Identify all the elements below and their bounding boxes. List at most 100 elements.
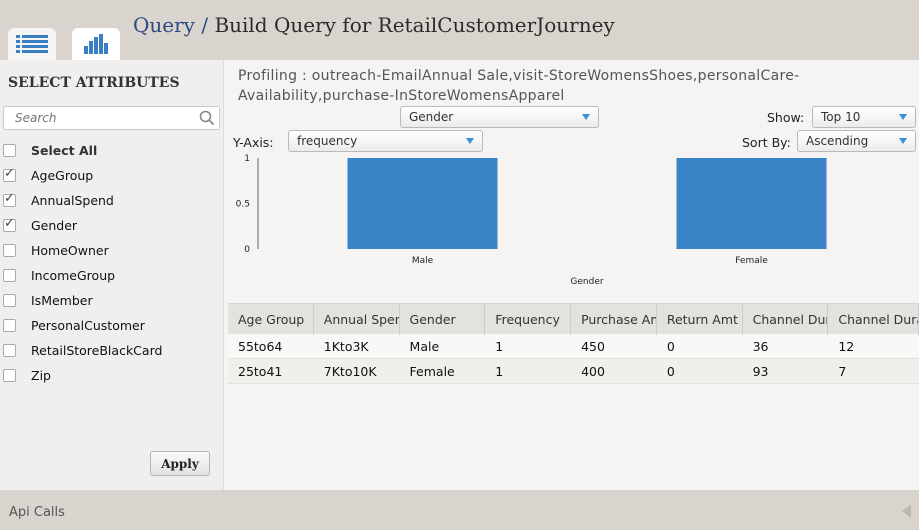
attributes-sidebar: SELECT ATTRIBUTES Select All AgeGroup Ann… xyxy=(0,60,224,490)
checkbox[interactable] xyxy=(3,268,16,282)
sort-by-select[interactable]: Ascending xyxy=(797,130,916,152)
attribute-label: PersonalCustomer xyxy=(31,317,145,333)
attribute-item[interactable]: PersonalCustomer xyxy=(3,315,213,335)
table-cell: Male xyxy=(409,339,440,354)
show-select-value: Top 10 xyxy=(821,110,861,124)
table-row[interactable]: 25to41 7Kto10K Female 1 400 0 93 7 xyxy=(228,359,919,384)
attribute-label: HomeOwner xyxy=(31,242,109,258)
table-cell: 400 xyxy=(581,364,605,379)
table-cell: 93 xyxy=(752,364,769,379)
tab-list-view[interactable] xyxy=(8,28,56,60)
apply-button[interactable]: Apply xyxy=(150,451,210,476)
search-box xyxy=(3,106,220,130)
table-cell: 7Kto10K xyxy=(323,364,377,379)
app-header: Query / Build Query for RetailCustomerJo… xyxy=(0,0,919,60)
table-cell: 0 xyxy=(666,339,675,354)
attribute-label: Zip xyxy=(31,367,51,383)
table-cell: 25to41 xyxy=(238,364,283,379)
column-header[interactable]: Age Group xyxy=(228,304,314,335)
checkbox[interactable] xyxy=(3,318,16,332)
attribute-label: AnnualSpend xyxy=(31,192,114,208)
column-header[interactable]: Purchase Amt xyxy=(571,304,657,335)
y-axis-select[interactable]: frequency xyxy=(288,130,483,152)
column-header[interactable]: Annual Spend xyxy=(314,304,400,335)
breadcrumb-current: Build Query for RetailCustomerJourney xyxy=(214,13,615,37)
breadcrumb-separator: / xyxy=(194,13,215,37)
column-header[interactable]: Gender xyxy=(400,304,486,335)
table-cell: 1 xyxy=(495,339,504,354)
attribute-item[interactable]: Gender xyxy=(3,215,213,235)
y-axis-select-value: frequency xyxy=(297,134,358,148)
select-all-checkbox[interactable]: Select All xyxy=(3,140,213,160)
attribute-item[interactable]: AnnualSpend xyxy=(3,190,213,210)
column-header[interactable]: Channel Duration xyxy=(828,304,919,335)
column-header[interactable]: Frequency xyxy=(485,304,572,335)
table-cell: 55to64 xyxy=(238,339,283,354)
show-label: Show: xyxy=(767,110,805,125)
api-calls-label[interactable]: Api Calls xyxy=(9,505,65,520)
y-tick-label: 0.5 xyxy=(236,200,250,210)
table-cell: 450 xyxy=(581,339,605,354)
table-body: 55to64 1Kto3K Male 1 450 0 36 12 25to41 7Kto10K Fe… xyxy=(228,334,919,384)
attribute-item[interactable]: AgeGroup xyxy=(3,165,213,185)
bar xyxy=(347,158,498,249)
table-cell: 7 xyxy=(838,364,847,379)
chevron-down-icon xyxy=(899,138,907,144)
attribute-item[interactable]: IsMember xyxy=(3,290,213,310)
attribute-label: RetailStoreBlackCard xyxy=(31,342,163,358)
table-row[interactable]: 55to64 1Kto3K Male 1 450 0 36 12 xyxy=(228,334,919,359)
results-table: Age GroupAnnual SpendGenderFrequencyPurc… xyxy=(228,303,919,384)
api-calls-bar: Api Calls xyxy=(0,490,919,530)
attribute-item[interactable]: IncomeGroup xyxy=(3,265,213,285)
column-header[interactable]: Channel Duration xyxy=(743,304,829,335)
table-cell: Female xyxy=(409,364,455,379)
main-panel: Profiling : outreach-EmailAnnual Sale,vi… xyxy=(224,60,919,490)
checkbox[interactable] xyxy=(3,166,16,182)
chevron-down-icon xyxy=(466,138,474,144)
attribute-item[interactable]: RetailStoreBlackCard xyxy=(3,340,213,360)
column-header[interactable]: Return Amt xyxy=(657,304,743,335)
sidebar-title: SELECT ATTRIBUTES xyxy=(8,75,180,91)
y-axis-label: Y-Axis: xyxy=(233,135,274,150)
x-tick-label: Male xyxy=(412,256,434,266)
table-cell: 1Kto3K xyxy=(323,339,369,354)
attribute-item[interactable]: HomeOwner xyxy=(3,240,213,260)
attribute-item[interactable]: Zip xyxy=(3,365,213,385)
profiling-text: Profiling : outreach-EmailAnnual Sale,vi… xyxy=(238,68,800,104)
attribute-label: AgeGroup xyxy=(31,167,94,183)
x-axis-title: Gender xyxy=(570,277,603,287)
page-title: Query / Build Query for RetailCustomerJo… xyxy=(133,13,615,37)
attribute-label: Gender xyxy=(31,217,78,233)
x-axis-select-value: Gender xyxy=(409,110,454,124)
checkbox[interactable] xyxy=(3,343,16,357)
table-header: Age GroupAnnual SpendGenderFrequencyPurc… xyxy=(228,303,919,335)
y-tick-label: 1 xyxy=(244,154,250,164)
table-cell: 36 xyxy=(752,339,769,354)
bar-chart-icon xyxy=(84,34,108,54)
search-input[interactable] xyxy=(4,107,184,129)
bar-chart: 0 0.5 1 Male Female Gender xyxy=(236,154,827,287)
checkbox[interactable] xyxy=(3,368,16,382)
table-cell: 1 xyxy=(495,364,504,379)
bar xyxy=(676,158,827,249)
checkbox[interactable] xyxy=(3,243,16,257)
table-cell: 12 xyxy=(838,339,855,354)
table-cell: 0 xyxy=(666,364,675,379)
checkbox[interactable] xyxy=(3,191,16,207)
select-all-label: Select All xyxy=(31,142,98,158)
show-select[interactable]: Top 10 xyxy=(812,106,916,128)
chevron-down-icon xyxy=(582,114,590,120)
x-tick-label: Female xyxy=(735,256,768,266)
x-axis-select[interactable]: Gender xyxy=(400,106,599,128)
search-icon[interactable] xyxy=(199,110,215,126)
checkbox[interactable] xyxy=(3,216,16,232)
list-icon xyxy=(16,35,48,53)
y-tick-label: 0 xyxy=(244,245,250,255)
attribute-label: IsMember xyxy=(31,292,93,308)
checkbox[interactable] xyxy=(3,293,16,307)
checkbox[interactable] xyxy=(3,143,16,157)
sort-by-label: Sort By: xyxy=(742,135,791,150)
breadcrumb-query[interactable]: Query xyxy=(133,13,195,37)
collapse-arrow-icon[interactable] xyxy=(902,504,911,518)
tab-chart-view[interactable] xyxy=(72,28,120,60)
